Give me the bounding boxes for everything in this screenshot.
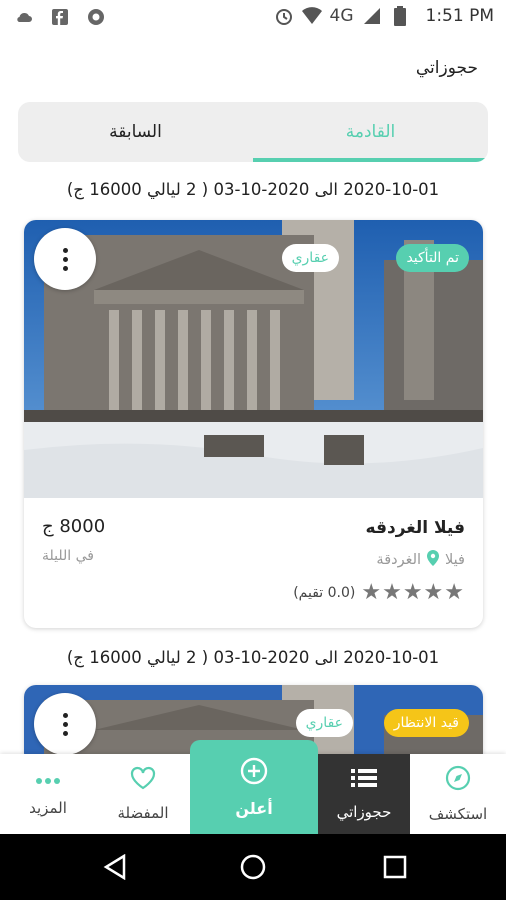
nav-favorites-label: المفضلة [117, 804, 169, 822]
rating: ★★★★★ (0.0 تقيم) [293, 580, 465, 605]
booking-tabs: السابقة القادمة [18, 102, 488, 162]
nav-advertise-button[interactable]: أعلن [190, 740, 318, 834]
booking-card[interactable]: عقاري تم التأكيد فيلا الغردقه 8000 ج في … [24, 220, 483, 628]
price-unit: في الليلة [42, 548, 94, 564]
clock: 1:51 PM [425, 6, 495, 26]
tab-upcoming[interactable]: القادمة [253, 102, 488, 162]
booking-date-range: 2020-10-01 الى 2020-10-03 ( 2 ليالي 1600… [66, 648, 440, 667]
recents-icon[interactable] [380, 852, 410, 882]
facebook-icon [50, 7, 70, 27]
nav-more-label: المزيد [29, 799, 67, 817]
nav-bookings-label: حجوزاتي [336, 803, 392, 821]
price: 8000 ج [42, 516, 106, 537]
card-menu-button[interactable] [34, 228, 96, 290]
back-icon[interactable] [100, 852, 130, 882]
property-location: الغردقة [376, 552, 422, 568]
home-icon[interactable] [238, 852, 268, 882]
list-icon [351, 767, 377, 793]
camera-aperture-icon [86, 7, 106, 27]
booking-status-badge: تم التأكيد [396, 244, 469, 272]
nav-advertise-label: أعلن [235, 798, 273, 818]
cloud-icon [14, 7, 34, 27]
more-dots-icon [35, 771, 61, 789]
booking-date-range: 2020-10-01 الى 2020-10-03 ( 2 ليالي 1600… [66, 180, 440, 199]
property-title: فيلا الغردقه [365, 518, 465, 538]
system-navigation-bar [0, 834, 506, 900]
booking-status-badge: قيد الانتظار [383, 709, 469, 737]
card-menu-button[interactable] [34, 693, 96, 755]
property-meta: فيلا الغردقة [376, 550, 465, 570]
property-photo: عقاري تم التأكيد [24, 220, 483, 498]
signal-icon [362, 6, 382, 26]
nav-bookings[interactable]: حجوزاتي [318, 754, 410, 834]
tab-past[interactable]: السابقة [18, 102, 253, 162]
property-type-badge: عقاري [281, 244, 339, 272]
compass-icon [445, 765, 471, 795]
star-rating-icon: ★★★★★ [361, 580, 465, 605]
wifi-icon [301, 6, 322, 26]
nav-more[interactable]: المزيد [0, 754, 96, 834]
page-title: حجوزاتي [415, 58, 478, 78]
active-tab-indicator [253, 158, 488, 162]
nav-explore[interactable]: استكشف [410, 754, 506, 834]
property-type-badge: عقاري [295, 709, 353, 737]
rating-text: (0.0 تقيم) [293, 584, 356, 601]
alarm-icon [274, 6, 294, 26]
status-bar: 4G 1:51 PM [0, 0, 506, 36]
heart-icon [130, 766, 156, 794]
property-category: فيلا [445, 552, 465, 568]
add-circle-icon [240, 757, 268, 789]
battery-icon [390, 6, 410, 26]
nav-explore-label: استكشف [428, 805, 488, 823]
network-type: 4G [329, 6, 354, 26]
nav-favorites[interactable]: المفضلة [96, 754, 190, 834]
location-pin-icon [427, 550, 440, 570]
